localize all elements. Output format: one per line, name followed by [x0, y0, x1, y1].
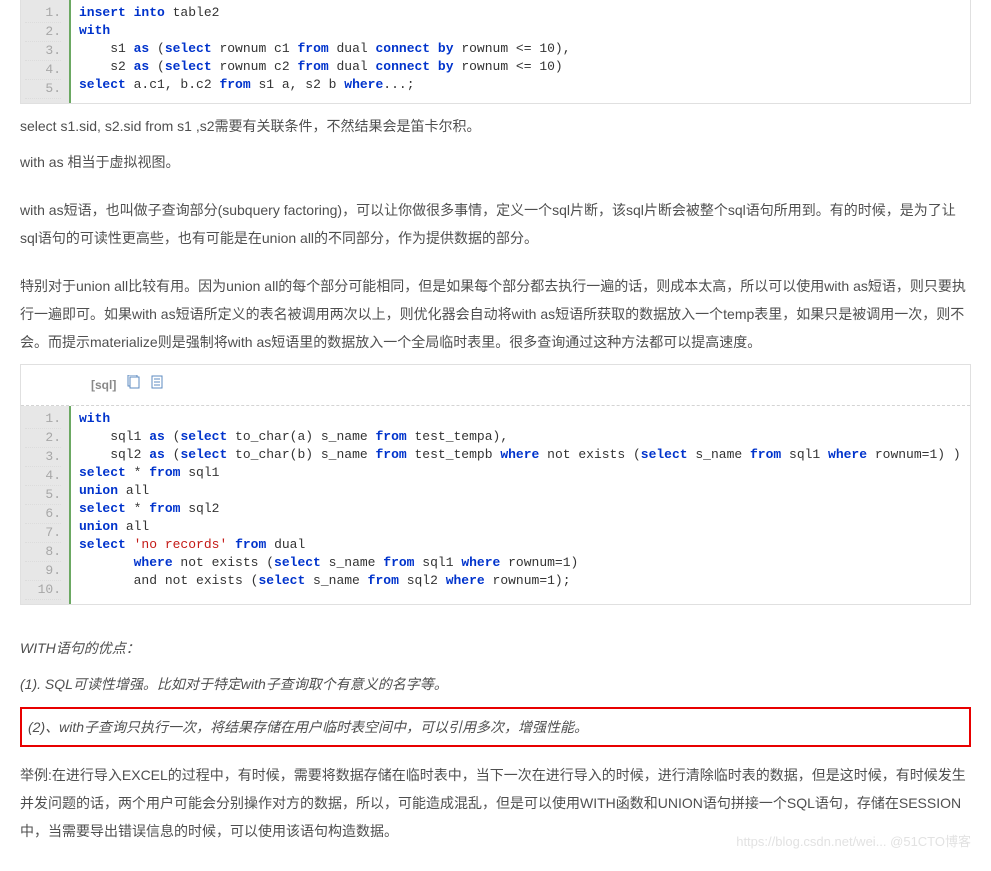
- code-line[interactable]: select * from sql2: [79, 500, 962, 518]
- code-block-1: 1.2.3.4.5. insert into table2with s1 as …: [20, 0, 971, 104]
- line-number: 5.: [25, 486, 61, 505]
- line-number: 1.: [25, 410, 61, 429]
- line-number: 3.: [25, 448, 61, 467]
- line-number: 4.: [25, 61, 61, 80]
- code-lines[interactable]: with sql1 as (select to_char(a) s_name f…: [69, 406, 970, 604]
- code-line[interactable]: s2 as (select rownum c2 from dual connec…: [79, 58, 962, 76]
- code-line[interactable]: union all: [79, 518, 962, 536]
- paragraph-4: 特别对于union all比较有用。因为union all的每个部分可能相同，但…: [20, 272, 971, 356]
- code-header: [sql]: [21, 365, 970, 406]
- paragraph-1: select s1.sid, s2.sid from s1 ,s2需要有关联条件…: [20, 112, 971, 140]
- code-line[interactable]: sql1 as (select to_char(a) s_name from t…: [79, 428, 962, 446]
- code-line[interactable]: select 'no records' from dual: [79, 536, 962, 554]
- line-number: 3.: [25, 42, 61, 61]
- code-body: 1.2.3.4.5.6.7.8.9.10. with sql1 as (sele…: [21, 406, 970, 604]
- copy-icon[interactable]: [126, 375, 140, 395]
- line-number: 7.: [25, 524, 61, 543]
- code-block-2: [sql] 1.2.3.4.5.6.7.8.9.10. with sql1 as…: [20, 364, 971, 605]
- line-number: 10.: [25, 581, 61, 600]
- line-gutter: 1.2.3.4.5.6.7.8.9.10.: [21, 406, 69, 604]
- code-line[interactable]: insert into table2: [79, 4, 962, 22]
- code-line[interactable]: select a.c1, b.c2 from s1 a, s2 b where.…: [79, 76, 962, 94]
- paragraph-3: with as短语，也叫做子查询部分(subquery factoring)，可…: [20, 196, 971, 252]
- paragraph-2: with as 相当于虚拟视图。: [20, 148, 971, 176]
- line-gutter: 1.2.3.4.5.: [21, 0, 69, 103]
- code-line[interactable]: and not exists (select s_name from sql2 …: [79, 572, 962, 590]
- line-number: 2.: [25, 429, 61, 448]
- line-number: 8.: [25, 543, 61, 562]
- code-line[interactable]: s1 as (select rownum c1 from dual connec…: [79, 40, 962, 58]
- language-tag: [sql]: [91, 377, 116, 394]
- line-number: 2.: [25, 23, 61, 42]
- code-line[interactable]: where not exists (select s_name from sql…: [79, 554, 962, 572]
- code-body: 1.2.3.4.5. insert into table2with s1 as …: [21, 0, 970, 103]
- code-line[interactable]: with: [79, 22, 962, 40]
- italic-para-1: WITH语句的优点：: [20, 635, 971, 661]
- code-line[interactable]: union all: [79, 482, 962, 500]
- view-icon[interactable]: [150, 375, 164, 395]
- paragraph-5: 举例:在进行导入EXCEL的过程中，有时候，需要将数据存储在临时表中，当下一次在…: [20, 761, 971, 845]
- highlight-box: (2)、with子查询只执行一次，将结果存储在用户临时表空间中，可以引用多次，增…: [20, 707, 971, 747]
- line-number: 4.: [25, 467, 61, 486]
- italic-para-3: (2)、with子查询只执行一次，将结果存储在用户临时表空间中，可以引用多次，增…: [28, 719, 588, 735]
- line-number: 1.: [25, 4, 61, 23]
- code-line[interactable]: with: [79, 410, 962, 428]
- code-lines[interactable]: insert into table2with s1 as (select row…: [69, 0, 970, 103]
- italic-para-2: (1). SQL可读性增强。比如对于特定with子查询取个有意义的名字等。: [20, 671, 971, 697]
- line-number: 6.: [25, 505, 61, 524]
- code-line[interactable]: select * from sql1: [79, 464, 962, 482]
- line-number: 9.: [25, 562, 61, 581]
- code-line[interactable]: sql2 as (select to_char(b) s_name from t…: [79, 446, 962, 464]
- line-number: 5.: [25, 80, 61, 99]
